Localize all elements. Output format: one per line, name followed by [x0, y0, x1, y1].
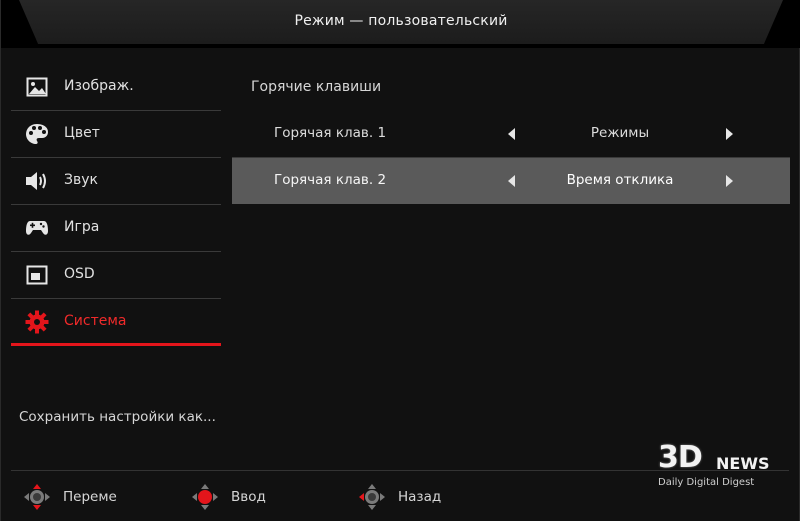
sidebar-item-label: Система — [64, 313, 127, 329]
footer-nav-label: Переме — [63, 489, 117, 505]
footer-nav-label: Ввод — [231, 489, 266, 505]
speaker-icon — [25, 170, 49, 192]
sidebar-item-sound[interactable]: Звук — [11, 158, 221, 205]
sidebar-item-game[interactable]: Игра — [11, 205, 221, 252]
sidebar-item-label: Звук — [64, 172, 98, 188]
hotkey-1-value: Режимы — [590, 125, 650, 141]
sidebar-item-image[interactable]: Изображ. — [11, 64, 221, 111]
sidebar-item-label: Цвет — [64, 125, 100, 141]
dpad-move-icon — [23, 483, 51, 511]
hotkey-2-label: Горячая клав. 2 — [274, 172, 387, 188]
save-settings-button[interactable]: Сохранить настройки как... — [19, 409, 216, 425]
sidebar-item-label: Игра — [64, 219, 100, 235]
arrow-left-icon[interactable] — [508, 128, 515, 140]
watermark-tagline: Daily Digital Digest — [658, 477, 755, 488]
arrow-left-icon[interactable] — [508, 175, 515, 187]
watermark-3d: 3D — [658, 440, 703, 475]
arrow-right-icon[interactable] — [726, 128, 733, 140]
sidebar-item-system[interactable]: Система — [11, 299, 221, 346]
osd-menu: Режим — пользовательский Изображ. Цвет З… — [0, 0, 800, 521]
image-icon — [25, 76, 49, 98]
hotkey-2-value: Время отклика — [566, 172, 674, 188]
sidebar-item-osd[interactable]: OSD — [11, 252, 221, 299]
arrow-right-icon[interactable] — [726, 175, 733, 187]
watermark-news: NEWS — [716, 454, 770, 473]
osd-window-icon — [25, 264, 49, 286]
sidebar-item-label: OSD — [64, 266, 95, 282]
gamepad-icon — [25, 217, 49, 239]
dpad-enter-icon — [191, 483, 219, 511]
gear-icon — [25, 310, 49, 334]
dpad-back-icon — [358, 483, 386, 511]
sidebar-item-color[interactable]: Цвет — [11, 111, 221, 158]
hotkey-1-label: Горячая клав. 1 — [274, 125, 387, 141]
section-title: Горячие клавиши — [251, 79, 382, 95]
page-title: Режим — пользовательский — [294, 13, 508, 29]
hotkey-1-row[interactable]: Горячая клав. 1 Режимы — [232, 111, 790, 158]
sidebar-item-label: Изображ. — [64, 78, 134, 94]
footer-nav-label: Назад — [398, 489, 442, 505]
sidebar: Изображ. Цвет Звук Игра OSD Система — [11, 64, 221, 346]
watermark-logo: 3D NEWS Daily Digital Digest — [656, 440, 786, 492]
palette-icon — [25, 123, 49, 145]
hotkey-2-row[interactable]: Горячая клав. 2 Время отклика — [232, 158, 790, 204]
title-bar: Режим — пользовательский — [1, 0, 800, 48]
